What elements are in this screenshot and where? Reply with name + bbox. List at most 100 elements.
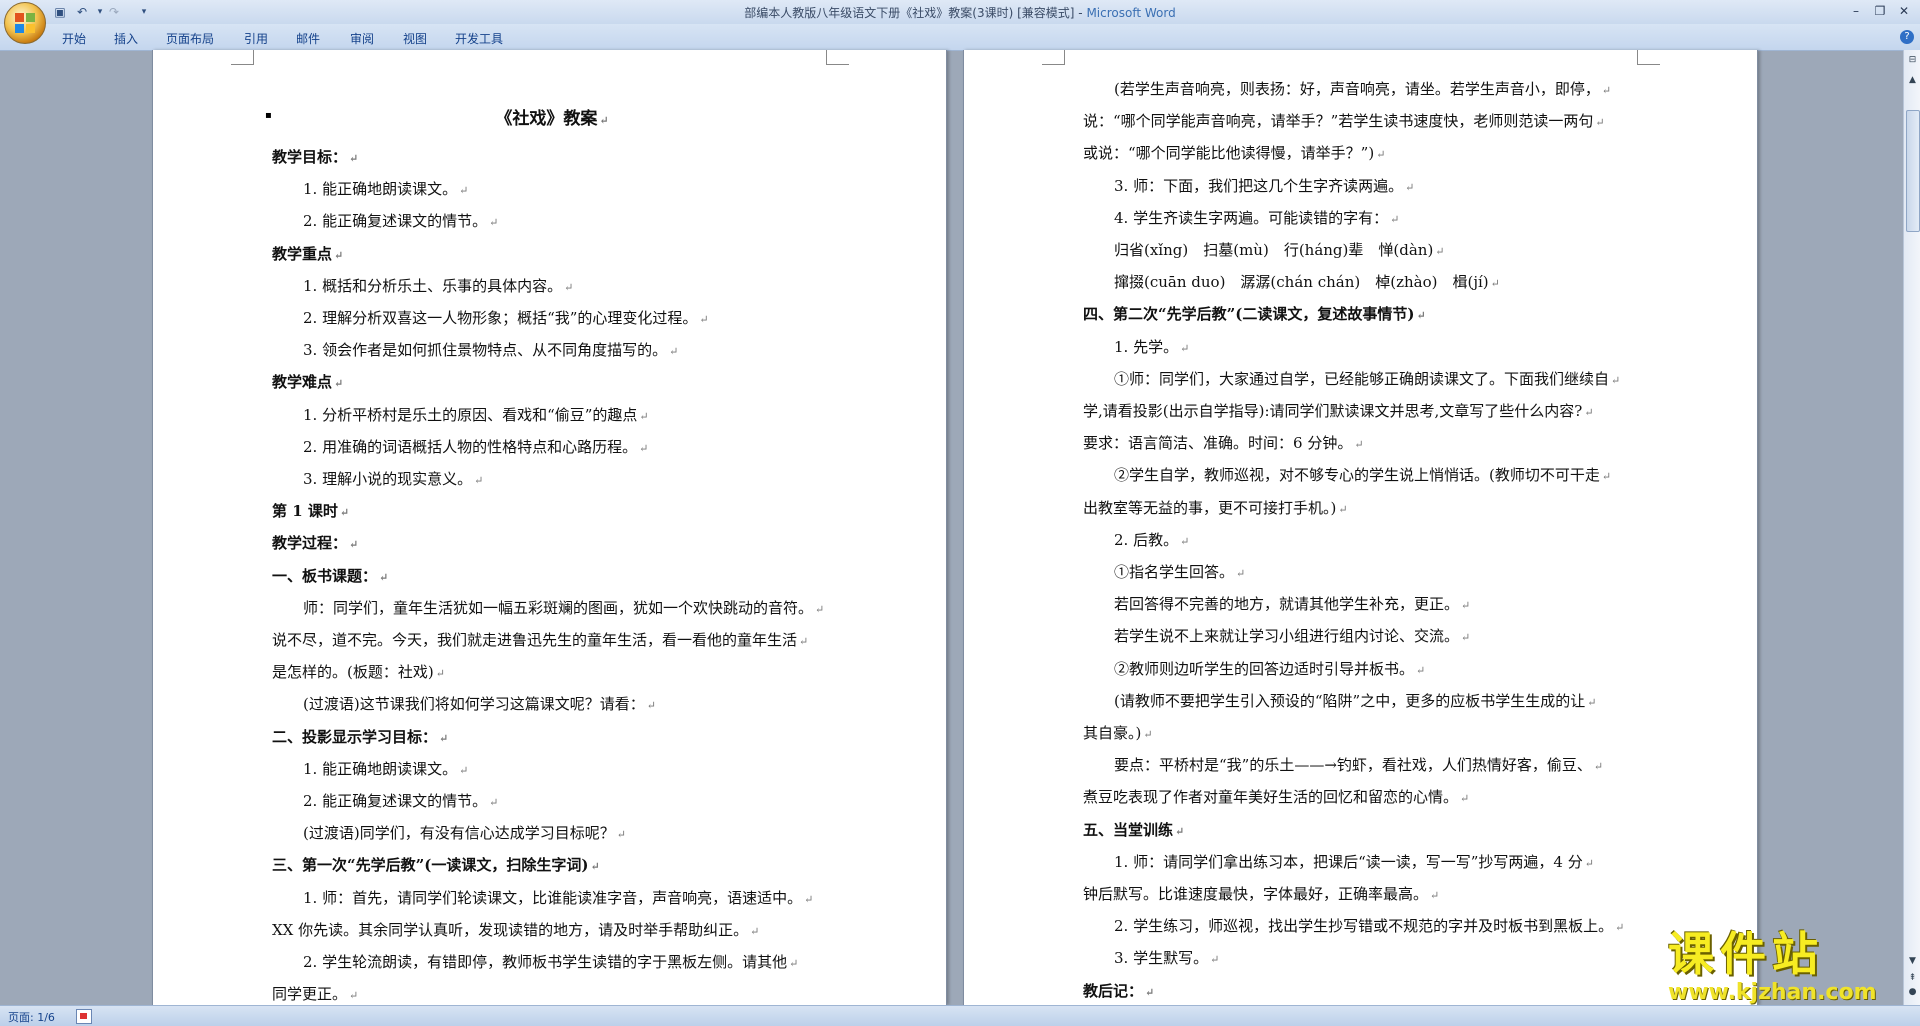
paragraph-line: 第 1 课时 ↵ <box>272 496 832 528</box>
scroll-up-icon[interactable]: ▲ <box>1906 74 1919 87</box>
paragraph-line: 1. 分析平桥村是乐土的原因、看戏和“偷豆”的趣点 ↵ <box>272 400 832 432</box>
paragraph-line: (过渡语)这节课我们将如何学习这篇课文呢？请看： ↵ <box>272 689 832 721</box>
paragraph-line: (请教师不要把学生引入预设的“陷阱”之中，更多的应板书学生生成的让 ↵ <box>1083 686 1663 718</box>
paragraph-mark-icon: ↵ <box>1601 470 1612 484</box>
paragraph-mark-icon: ↵ <box>1175 824 1185 838</box>
tab-page-layout[interactable]: 页面布局 <box>166 30 214 47</box>
paragraph-mark-icon: ↵ <box>334 248 344 262</box>
help-icon[interactable]: ? <box>1900 30 1914 44</box>
window-title: 部编本人教版八年级语文下册《社戏》教案(3课时) [兼容模式] - Micros… <box>744 6 1176 20</box>
page-1-lines: 教学目标： ↵ 1. 能正确地朗读课文。 ↵ 2. 能正确复述课文的情节。 ↵ 教学重点 ↵ 1… <box>272 142 832 1011</box>
tab-view[interactable]: 视图 <box>403 30 427 47</box>
paragraph-mark-icon: ↵ <box>590 860 600 874</box>
ruler-toggle-icon[interactable]: ⊟ <box>1906 54 1919 67</box>
line-text: 四、第二次“先学后教”(二读课文，复述故事情节) <box>1083 305 1415 324</box>
line-text: 同学更正。 <box>272 985 348 1004</box>
line-text: 是怎样的。(板题：社戏) <box>272 663 434 682</box>
document-page-2[interactable]: (若学生声音响亮，则表扬：好，声音响亮，请坐。若学生声音小，即停， ↵ 说：“哪个同… <box>963 50 1758 1005</box>
paragraph-mark-icon: ↵ <box>699 313 709 327</box>
line-text: 2. 学生轮流朗读，有错即停，教师板书学生读错的字于黑板左侧。请其他 <box>303 953 788 972</box>
line-text: (若学生声音响亮，则表扬：好，声音响亮，请坐。若学生声音小，即停， <box>1114 80 1600 98</box>
line-text: 归省(xǐng) 扫墓(mù) 行(háng)辈 惮(dàn) <box>1114 241 1434 260</box>
paragraph-line: 3. 学生默写。 ↵ <box>1083 943 1663 975</box>
paragraph-mark-icon: ↵ <box>750 924 760 938</box>
line-text: ②学生自学，教师巡视，对不够专心的学生说上悄悄话。(教师切不可干走 <box>1114 466 1600 485</box>
paragraph-mark-icon: ↵ <box>1145 985 1155 999</box>
paragraph-line: ①指名学生回答。 ↵ <box>1083 557 1663 589</box>
ribbon-tabs: 开始 插入 页面布局 引用 邮件 审阅 视图 开发工具 ? <box>0 24 1920 51</box>
tab-mailings[interactable]: 邮件 <box>296 30 320 47</box>
paragraph-line: 教后记： ↵ <box>1083 976 1663 1008</box>
tab-references[interactable]: 引用 <box>244 30 268 47</box>
line-text: 1. 概括和分析乐土、乐事的具体内容。 <box>303 276 563 295</box>
paragraph-line: 学,请看投影(出示自学指导):请同学们默读课文并思考,文章写了些什么内容? ↵ <box>1083 396 1663 428</box>
status-bar: 页面: 1/6 <box>0 1005 1920 1026</box>
office-button[interactable] <box>4 2 46 44</box>
paragraph-mark-icon: ↵ <box>1611 373 1621 387</box>
tab-home[interactable]: 开始 <box>62 30 86 47</box>
paragraph-line: 2. 理解分析双喜这一人物形象；概括“我”的心理变化过程。 ↵ <box>272 303 832 335</box>
margin-corner-marker <box>826 50 849 65</box>
paragraph-mark-icon: ↵ <box>1461 599 1471 613</box>
line-text: 三、第一次“先学后教”(一读课文，扫除生字词) <box>272 856 589 875</box>
paragraph-mark-icon: ↵ <box>1584 856 1594 870</box>
page-number-status[interactable]: 页面: 1/6 <box>8 1009 55 1025</box>
close-icon[interactable]: ✕ <box>1894 2 1914 20</box>
paragraph-line: 钟后默写。比谁速度最快，字体最好，正确率最高。 ↵ <box>1083 879 1663 911</box>
paragraph-line: ②学生自学，教师巡视，对不够专心的学生说上悄悄话。(教师切不可干走 ↵ <box>1083 460 1663 492</box>
line-text: 或说：“哪个同学能比他读得慢，请举手？”) <box>1083 144 1375 163</box>
paragraph-mark-icon: ↵ <box>1460 792 1470 806</box>
line-text: 1. 先学。 <box>1114 337 1179 356</box>
paragraph-mark-icon: ↵ <box>439 731 449 745</box>
line-text: ②教师则边听学生的回答边适时引导并板书。 <box>1114 659 1415 678</box>
paragraph-mark-icon: ↵ <box>789 957 799 971</box>
paragraph-mark-icon: ↵ <box>646 699 656 713</box>
paragraph-mark-icon: ↵ <box>1461 631 1471 645</box>
line-text: XX 你先读。其余同学认真听，发现读错的地方，请及时举手帮助纠正。 <box>272 920 749 939</box>
minimize-icon[interactable]: – <box>1846 2 1866 20</box>
line-text: (请教师不要把学生引入预设的“陷阱”之中，更多的应板书学生生成的让 <box>1114 691 1586 710</box>
line-text: 煮豆吃表现了作者对童年美好生活的回忆和留恋的心情。 <box>1083 788 1459 807</box>
document-page-1[interactable]: ▪ 《社戏》教案 ↵ 教学目标： ↵ 1. 能正确地朗读课文。 ↵ 2. 能正确复述课文的… <box>152 50 947 1005</box>
paragraph-line: 出教室等无益的事，更不可接打手机。) ↵ <box>1083 493 1663 525</box>
paragraph-mark-icon: ↵ <box>1584 406 1594 420</box>
tab-insert[interactable]: 插入 <box>114 30 138 47</box>
paragraph-mark-icon: ↵ <box>1490 277 1500 291</box>
line-text: 教后记： <box>1083 981 1144 1000</box>
line-text: 1. 能正确地朗读课文。 <box>303 759 458 778</box>
tab-developer[interactable]: 开发工具 <box>455 30 503 47</box>
paragraph-mark-icon: ↵ <box>616 828 626 842</box>
paragraph-line: 2. 能正确复述课文的情节。 ↵ <box>272 786 832 818</box>
paragraph-line: 1. 能正确地朗读课文。 ↵ <box>272 174 832 206</box>
paragraph-line: 归省(xǐng) 扫墓(mù) 行(háng)辈 惮(dàn) ↵ <box>1083 235 1663 267</box>
paragraph-line: 1. 师：请同学们拿出练习本，把课后“读一读，写一写”抄写两遍，4 分 ↵ <box>1083 847 1663 879</box>
paragraph-mark-icon: ↵ <box>639 409 649 423</box>
paragraph-line: 3. 师：下面，我们把这几个生字齐读两遍。 ↵ <box>1083 171 1663 203</box>
paragraph-mark-icon: ↵ <box>1376 148 1386 162</box>
paragraph-line: XX 你先读。其余同学认真听，发现读错的地方，请及时举手帮助纠正。 ↵ <box>272 915 832 947</box>
paragraph-line: 其自豪。) ↵ <box>1083 718 1663 750</box>
paragraph-mark-icon: ↵ <box>1236 567 1246 581</box>
paragraph-mark-icon: ↵ <box>474 474 484 488</box>
proofing-status-icon[interactable] <box>76 1009 92 1024</box>
paragraph-mark-icon: ↵ <box>459 184 469 198</box>
paragraph-line: (过渡语)同学们，有没有信心达成学习目标呢？ ↵ <box>272 818 832 850</box>
line-text: 3. 理解小说的现实意义。 <box>303 470 473 489</box>
watermark-text: 课件站 <box>1668 927 1824 981</box>
line-text: 2. 理解分析双喜这一人物形象；概括“我”的心理变化过程。 <box>303 309 698 328</box>
paragraph-mark-icon: ↵ <box>804 892 814 906</box>
tab-review[interactable]: 审阅 <box>350 30 374 47</box>
paragraph-line: 教学过程： ↵ <box>272 528 832 560</box>
paragraph-mark-icon: ↵ <box>1430 889 1440 903</box>
paragraph-line: 2. 用准确的词语概括人物的性格特点和心路历程。 ↵ <box>272 432 832 464</box>
paragraph-line: 三、第一次“先学后教”(一读课文，扫除生字词) ↵ <box>272 850 832 882</box>
line-text: 3. 学生默写。 <box>1114 949 1209 968</box>
line-text: 4. 学生齐读生字两遍。可能读错的字有： <box>1114 208 1389 227</box>
scroll-thumb[interactable] <box>1906 110 1920 232</box>
paragraph-mark-icon: ↵ <box>379 570 389 584</box>
restore-icon[interactable]: ❐ <box>1870 2 1890 20</box>
paragraph-line: 煮豆吃表现了作者对童年美好生活的回忆和留恋的心情。 ↵ <box>1083 782 1663 814</box>
paragraph-mark-icon: ↵ <box>1180 341 1190 355</box>
line-text: 2. 能正确复述课文的情节。 <box>303 212 488 231</box>
vertical-scrollbar[interactable]: ⊟ ▲ ▼ ⇞ ● <box>1903 50 1920 1005</box>
